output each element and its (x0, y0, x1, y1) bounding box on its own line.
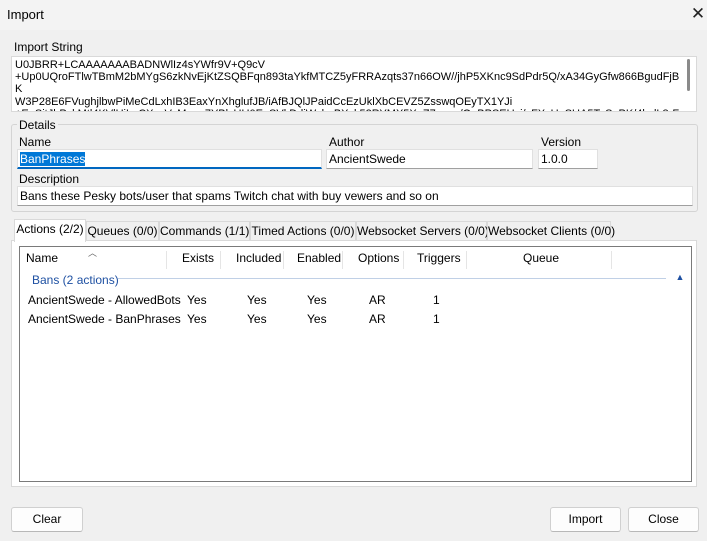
column-header-options[interactable]: Options (343, 251, 404, 269)
column-header-label: Name (26, 251, 59, 265)
close-button[interactable]: Close (628, 507, 699, 532)
column-header-queue[interactable]: Queue (467, 251, 612, 269)
name-value: BanPhrases (20, 152, 86, 166)
clear-button[interactable]: Clear (11, 507, 83, 532)
column-header-label: Enabled (297, 251, 342, 265)
action-options: AR (369, 293, 386, 307)
action-exists: Yes (187, 293, 207, 307)
action-included: Yes (247, 293, 267, 307)
version-field[interactable]: 1.0.0 (538, 149, 598, 169)
close-icon[interactable]: ✕ (688, 5, 707, 25)
column-header-label: Triggers (417, 251, 461, 265)
list-item[interactable]: AncientSwede - AllowedBots Yes Yes Yes A… (21, 291, 690, 310)
column-header-label: Queue (523, 251, 560, 265)
action-enabled: Yes (307, 312, 327, 326)
action-triggers: 1 (433, 312, 440, 326)
author-value: AncientSwede (329, 152, 406, 166)
column-header-enabled[interactable]: Enabled (284, 251, 343, 269)
column-header-label: Options (358, 251, 400, 265)
column-header-label: Exists (182, 251, 215, 265)
name-field[interactable]: BanPhrases (17, 149, 322, 169)
window-title: Import (7, 7, 44, 22)
import-string-label: Import String (14, 40, 83, 54)
column-header-exists[interactable]: Exists (167, 251, 221, 269)
action-enabled: Yes (307, 293, 327, 307)
column-header-name[interactable]: ︿ Name (20, 248, 167, 269)
name-label: Name (19, 135, 52, 149)
version-value: 1.0.0 (541, 152, 568, 166)
column-header-triggers[interactable]: Triggers (404, 251, 467, 269)
action-included: Yes (247, 312, 267, 326)
title-bar (0, 0, 707, 30)
tab-timed-actions[interactable]: Timed Actions (0/0) (250, 221, 356, 241)
author-label: Author (329, 135, 365, 149)
tab-commands[interactable]: Commands (1/1) (159, 221, 250, 241)
column-header-label: Included (236, 251, 282, 265)
chevron-up-icon[interactable]: ▲ (674, 272, 686, 284)
tab-websocket-servers[interactable]: Websocket Servers (0/0) (356, 221, 489, 241)
action-options: AR (369, 312, 386, 326)
description-value: Bans these Pesky bots/user that spams Tw… (20, 189, 439, 203)
action-name: AncientSwede - AllowedBots (28, 293, 181, 307)
version-label: Version (541, 135, 582, 149)
import-string-value[interactable]: U0JBRR+LCAAAAAAABADNWlIz4sYWfr9V+Q9cV +U… (15, 59, 681, 111)
tab-websocket-clients[interactable]: Websocket Clients (0/0) (487, 221, 615, 241)
actions-list[interactable]: ︿ Name Exists Included Enabled Options T… (19, 246, 692, 482)
action-name: AncientSwede - BanPhrases (28, 312, 181, 326)
action-triggers: 1 (433, 293, 440, 307)
group-divider (118, 278, 666, 279)
tab-actions[interactable]: Actions (2/2) (14, 219, 86, 242)
tab-queues[interactable]: Queues (0/0) (86, 221, 159, 241)
sort-ascending-icon: ︿ (88, 248, 98, 258)
details-caption: Details (17, 118, 58, 132)
import-button[interactable]: Import (550, 507, 621, 532)
scrollbar-thumb[interactable] (687, 59, 690, 91)
author-field[interactable]: AncientSwede (326, 149, 533, 169)
list-item[interactable]: AncientSwede - BanPhrases Yes Yes Yes AR… (21, 310, 690, 329)
description-label: Description (19, 172, 80, 186)
import-string-scrollbar[interactable] (684, 59, 694, 109)
import-string-field[interactable]: U0JBRR+LCAAAAAAABADNWlIz4sYWfr9V+Q9cV +U… (11, 56, 697, 112)
column-header-included[interactable]: Included (221, 251, 284, 269)
group-header-bans[interactable]: Bans (2 actions) (32, 273, 119, 287)
action-exists: Yes (187, 312, 207, 326)
description-field[interactable]: Bans these Pesky bots/user that spams Tw… (17, 186, 693, 206)
